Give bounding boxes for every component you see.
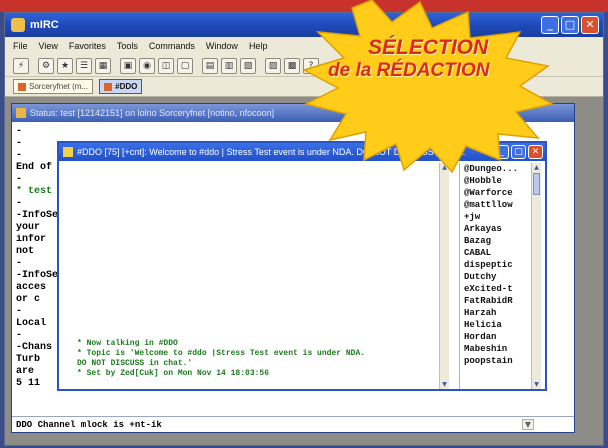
channel-window-icon [63, 147, 73, 157]
nick-list[interactable]: @Dungeo... @Hobble @Warforce @mattllow +… [459, 163, 541, 389]
nick-item[interactable]: Dutchy [460, 271, 530, 283]
window-controls: _ □ ✕ [541, 16, 599, 34]
menu-help[interactable]: Help [249, 41, 268, 51]
dcc-chat-icon[interactable]: ◫ [158, 57, 174, 74]
colors-icon[interactable]: ▩ [284, 57, 300, 74]
channel-maximize-button[interactable]: □ [511, 145, 526, 159]
app-title: mIRC [30, 19, 59, 31]
chevron-down-icon[interactable]: ▼ [522, 419, 534, 430]
scroll-down-icon[interactable]: ▼ [440, 380, 449, 389]
channel-scrollbar[interactable]: ▲ ▼ [439, 163, 449, 389]
page-banner-strip [0, 0, 608, 12]
toolbar: ⚡ ⚙ ★ ☰ ▦ ▣ ◉ ◫ ▢ ▤ ▥ ▧ ▨ ▩ ? [5, 55, 603, 77]
switchbar-tab-label: #DDO [115, 82, 138, 91]
status-input-text: DDO Channel mlock is +nt-ik [16, 419, 162, 430]
channel-list-icon[interactable]: ☰ [76, 57, 92, 74]
nick-item[interactable]: +jw [460, 211, 530, 223]
dcc-send-icon[interactable]: ◉ [139, 57, 155, 74]
switchbar-tab-channel[interactable]: #DDO [99, 79, 143, 94]
menu-window[interactable]: Window [206, 41, 238, 51]
channel-text-area: * Now talking in #DDO * Topic is 'Welcom… [63, 163, 449, 389]
menu-tools[interactable]: Tools [117, 41, 138, 51]
menu-favorites[interactable]: Favorites [69, 41, 106, 51]
nick-item[interactable]: eXcited-t [460, 283, 530, 295]
channel-window-controls: _ □ ✕ [494, 145, 543, 159]
nick-item[interactable]: Harzah [460, 307, 530, 319]
log-icon[interactable]: ▨ [265, 57, 281, 74]
nick-item[interactable]: Arkayas [460, 223, 530, 235]
nick-item[interactable]: @Warforce [460, 187, 530, 199]
badge-line-1: SÉLECTION [368, 36, 489, 59]
connect-icon[interactable]: ⚡ [13, 57, 29, 74]
nick-item[interactable]: Bazag [460, 235, 530, 247]
channel-lines: * Now talking in #DDO * Topic is 'Welcom… [77, 339, 449, 379]
scripts-icon[interactable]: ▦ [95, 57, 111, 74]
arrange-icon[interactable]: ▧ [240, 57, 256, 74]
status-window-titlebar: Status: test [12142151] on lolno Sorcery… [12, 104, 574, 122]
channel-line: DO NOT DISCUSS in chat.' [77, 359, 193, 368]
nick-item[interactable]: FatRabidR [460, 295, 530, 307]
mirc-window: mIRC _ □ ✕ File View Favorites Tools Com… [4, 12, 604, 446]
tile-windows-icon[interactable]: ▤ [202, 57, 218, 74]
about-icon[interactable]: ? [303, 57, 319, 74]
status-icon [16, 108, 26, 118]
badge-line-2: de la RÉDACTION [328, 60, 490, 81]
options-icon[interactable]: ⚙ [38, 57, 54, 74]
address-book-icon[interactable]: ▣ [120, 57, 136, 74]
scroll-up-icon[interactable]: ▲ [440, 163, 449, 172]
channel-line: * Now talking in #DDO [77, 339, 178, 348]
switchbar: Sorceryfnet (m... #DDO [5, 77, 603, 97]
status-command-input[interactable]: DDO Channel mlock is +nt-ik ▼ [12, 416, 574, 432]
channel-close-button[interactable]: ✕ [528, 145, 543, 159]
channel-window-titlebar: #DDO [75] [+cnt]: Welcome to #ddo | Stre… [59, 143, 545, 161]
nick-item[interactable]: @mattllow [460, 199, 530, 211]
channel-icon [104, 82, 113, 91]
menu-file[interactable]: File [13, 41, 28, 51]
channel-window-title: #DDO [75] [+cnt]: Welcome to #ddo | Stre… [77, 147, 466, 157]
maximize-button[interactable]: □ [561, 16, 579, 34]
menu-view[interactable]: View [39, 41, 58, 51]
minimize-button[interactable]: _ [541, 16, 559, 34]
menu-commands[interactable]: Commands [149, 41, 195, 51]
menubar: File View Favorites Tools Commands Windo… [5, 37, 603, 55]
nick-item[interactable]: @Hobble [460, 175, 530, 187]
channel-minimize-button[interactable]: _ [494, 145, 509, 159]
nick-item[interactable]: Mabeshin [460, 343, 530, 355]
close-button[interactable]: ✕ [581, 16, 599, 34]
server-icon [18, 82, 26, 91]
nick-item[interactable]: @Dungeo... [460, 163, 530, 175]
scroll-down-icon[interactable]: ▼ [532, 380, 541, 389]
nick-item[interactable]: poopstain [460, 355, 530, 367]
scroll-up-icon[interactable]: ▲ [532, 163, 541, 172]
nick-item[interactable]: Hordan [460, 331, 530, 343]
mdi-workspace: Status: test [12142151] on lolno Sorcery… [5, 97, 603, 445]
status-line: - [16, 126, 23, 137]
channel-line: * Topic is 'Welcome to #ddo |Stress Test… [77, 349, 366, 358]
favorites-icon[interactable]: ★ [57, 57, 73, 74]
nick-item[interactable]: Helicia [460, 319, 530, 331]
app-titlebar: mIRC _ □ ✕ [5, 13, 603, 37]
nick-list-scrollbar[interactable]: ▲ ▼ [531, 163, 541, 389]
notify-icon[interactable]: ▢ [177, 57, 193, 74]
switchbar-tab-status[interactable]: Sorceryfnet (m... [13, 79, 94, 94]
cascade-windows-icon[interactable]: ▥ [221, 57, 237, 74]
mirc-logo-icon [11, 18, 25, 32]
channel-line: * Set by Zed[Cuk] on Mon Nov 14 18:03:56 [77, 369, 270, 378]
scroll-thumb[interactable] [533, 173, 540, 195]
status-window-title: Status: test [12142151] on lolno Sorcery… [30, 108, 275, 118]
nick-item[interactable]: dispeptic [460, 259, 530, 271]
channel-window[interactable]: #DDO [75] [+cnt]: Welcome to #ddo | Stre… [57, 141, 547, 391]
nick-item[interactable]: CABAL [460, 247, 530, 259]
switchbar-tab-label: Sorceryfnet (m... [29, 82, 89, 91]
